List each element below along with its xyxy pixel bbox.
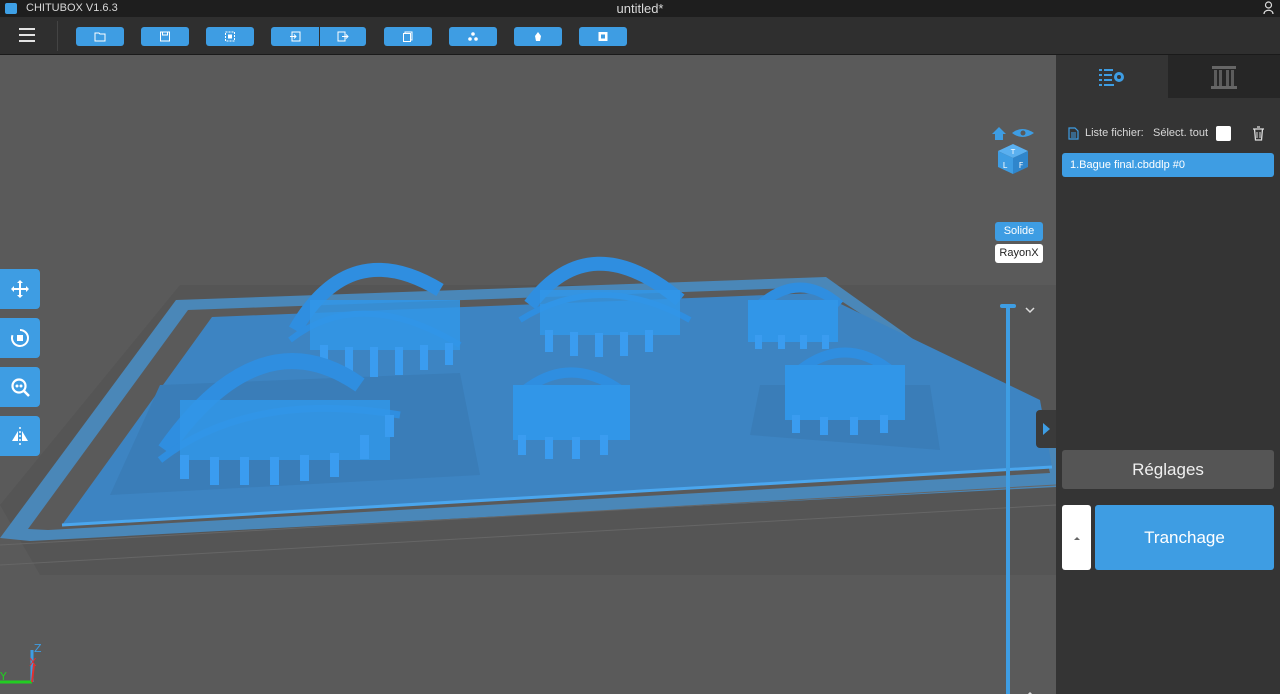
- layer-slider-track[interactable]: [1006, 306, 1010, 694]
- arrange-icon: [468, 32, 478, 41]
- scale-icon: [11, 378, 30, 397]
- axis-x-label: X: [29, 656, 37, 669]
- rotate-icon: [11, 329, 29, 347]
- trash-icon[interactable]: [1252, 126, 1265, 141]
- support-icon: [535, 32, 541, 41]
- open-icon: [94, 32, 106, 42]
- mirror-tool-button[interactable]: [0, 416, 40, 456]
- build-plate-scene: [0, 256, 1056, 575]
- axis-y-label: Y: [0, 670, 7, 683]
- save-icon: [160, 31, 170, 42]
- svg-text:L: L: [1003, 161, 1008, 170]
- svg-text:F: F: [1019, 161, 1024, 170]
- chevron-right-icon: [1043, 423, 1050, 435]
- import-button[interactable]: [271, 27, 319, 46]
- supports-button[interactable]: [514, 27, 562, 46]
- axis-z-label: Z: [34, 642, 42, 655]
- hollow-icon: [598, 32, 608, 41]
- title-bar: CHITUBOX V1.6.3 untitled*: [0, 0, 1280, 17]
- view-cube[interactable]: T L F: [990, 124, 1036, 176]
- 3d-viewport[interactable]: T L F Solide RayonX Z X Y: [0, 55, 1056, 694]
- slice-options-toggle[interactable]: [1062, 505, 1091, 570]
- hamburger-menu-icon[interactable]: [19, 28, 35, 42]
- right-panel: Liste fichier: Sélect. tout 1.Bague fina…: [1056, 55, 1280, 694]
- select-all-checkbox[interactable]: [1216, 126, 1231, 141]
- toolbar: [0, 17, 1280, 55]
- home-icon: [992, 127, 1006, 140]
- export-button[interactable]: [320, 27, 366, 46]
- file-icon: [1068, 127, 1079, 140]
- file-list-item[interactable]: 1.Bague final.cbddlp #0: [1062, 153, 1274, 177]
- xray-mode-button[interactable]: RayonX: [995, 244, 1043, 263]
- file-list-label: Liste fichier:: [1085, 127, 1144, 139]
- settings-button[interactable]: Réglages: [1062, 450, 1274, 489]
- panel-collapse-toggle[interactable]: [1036, 410, 1056, 448]
- move-tool-button[interactable]: [0, 269, 40, 309]
- import-icon: [290, 31, 301, 42]
- solid-mode-button[interactable]: Solide: [995, 222, 1043, 241]
- chevron-down-icon[interactable]: [1024, 305, 1036, 315]
- copy-button[interactable]: [384, 27, 432, 46]
- caret-up-icon: [1073, 536, 1080, 540]
- list-settings-icon: [1099, 68, 1124, 86]
- svg-text:T: T: [1010, 148, 1016, 156]
- export-icon: [337, 31, 349, 42]
- toolbar-divider: [57, 21, 58, 51]
- tab-supports[interactable]: [1168, 55, 1280, 98]
- file-list-header: Liste fichier: Sélect. tout: [1056, 125, 1280, 143]
- axis-gizmo: Z X Y: [0, 642, 42, 684]
- move-icon: [11, 280, 29, 298]
- document-title: untitled*: [616, 1, 664, 16]
- open-file-button[interactable]: [76, 27, 124, 46]
- slice-button[interactable]: Tranchage: [1095, 505, 1274, 570]
- chevron-up-icon[interactable]: [1024, 690, 1036, 694]
- layer-slider-top-handle[interactable]: [1000, 304, 1016, 308]
- select-all-label: Sélect. tout: [1153, 127, 1209, 139]
- scale-tool-button[interactable]: [0, 367, 40, 407]
- supports-columns-icon: [1211, 65, 1237, 89]
- hollow-button[interactable]: [579, 27, 627, 46]
- fit-icon: [225, 31, 235, 42]
- panel-tabs: [1056, 55, 1280, 98]
- fit-view-button[interactable]: [206, 27, 254, 46]
- mirror-icon: [12, 427, 28, 445]
- save-button[interactable]: [141, 27, 189, 46]
- user-icon[interactable]: [1263, 1, 1274, 15]
- arrange-button[interactable]: [449, 27, 497, 46]
- rotate-tool-button[interactable]: [0, 318, 40, 358]
- copy-icon: [403, 31, 413, 42]
- tab-file-settings[interactable]: [1056, 55, 1168, 98]
